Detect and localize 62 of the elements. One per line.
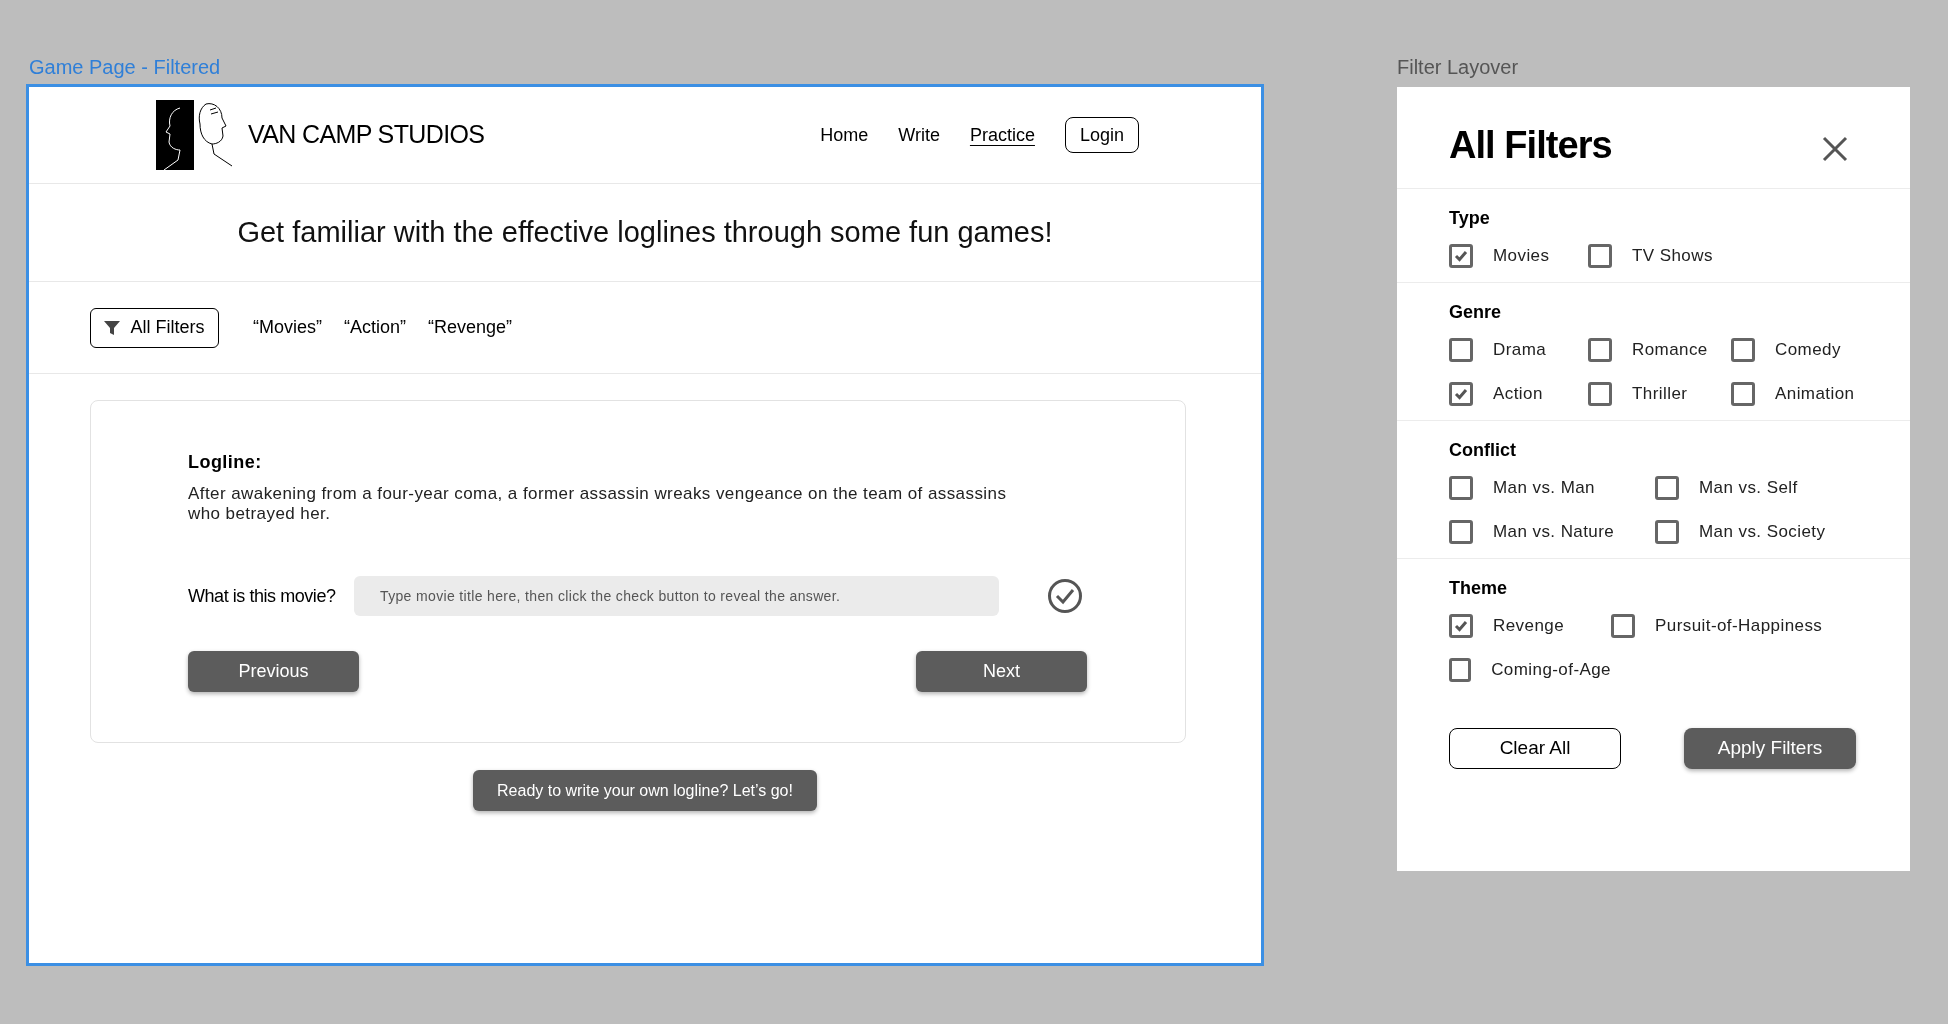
checkbox[interactable] — [1655, 520, 1679, 544]
checkbox-label: Man vs. Self — [1699, 477, 1798, 500]
checkbox[interactable] — [1449, 382, 1473, 406]
logline-text: After awakening from a four-year coma, a former assassin wreaks vengeance on the team of assassins who betrayed her. — [188, 484, 1008, 524]
checkbox[interactable] — [1449, 476, 1473, 500]
login-button[interactable]: Login — [1064, 117, 1139, 153]
check-circle-icon[interactable] — [1047, 578, 1083, 614]
checkbox-label: Thriller — [1632, 383, 1688, 406]
checkbox[interactable] — [1449, 658, 1472, 682]
question-label: What is this movie? — [188, 584, 337, 608]
answer-field[interactable]: Type movie title here, then click the check button to reveal the answer. — [354, 576, 999, 616]
checkbox[interactable] — [1449, 614, 1473, 638]
headline: Get familiar with the effective loglines through some fun games! — [29, 184, 1261, 282]
apply-filters-button[interactable]: Apply Filters — [1684, 728, 1856, 769]
checkbox-label: Animation — [1775, 383, 1855, 406]
nav-link[interactable]: Write — [898, 121, 940, 149]
filter-tag: “Action” — [344, 314, 407, 341]
section-heading: Theme — [1449, 577, 1509, 600]
filter-icon — [104, 319, 121, 336]
checkbox[interactable] — [1588, 382, 1612, 406]
checkbox[interactable] — [1449, 520, 1473, 544]
checkbox-label: Romance — [1632, 339, 1708, 362]
filter-tag: “Movies” — [253, 314, 322, 341]
checkbox[interactable] — [1588, 244, 1612, 268]
checkbox-label: Man vs. Man — [1493, 477, 1595, 500]
filter-tag: “Revenge” — [428, 314, 513, 341]
nav-link[interactable]: Home — [820, 121, 869, 149]
checkbox-label: Man vs. Nature — [1493, 521, 1615, 544]
frame-label: Game Page - Filtered — [29, 55, 222, 80]
checkbox-label: Pursuit-of-Happiness — [1655, 615, 1823, 638]
checkbox[interactable] — [1611, 614, 1635, 638]
checkbox-label: Movies — [1493, 245, 1550, 268]
cta-button[interactable]: Ready to write your own logline? Let’s go! — [473, 770, 817, 811]
all-filters-button[interactable]: All Filters — [90, 307, 219, 348]
check-icon — [1454, 388, 1468, 400]
checkbox[interactable] — [1449, 338, 1473, 362]
pager-button[interactable]: Previous — [188, 651, 359, 692]
section-heading: Conflict — [1449, 439, 1517, 462]
checkbox-label: TV Shows — [1632, 245, 1713, 268]
checkbox[interactable] — [1449, 244, 1473, 268]
pager-button[interactable]: Next — [916, 651, 1087, 692]
checkbox[interactable] — [1588, 338, 1612, 362]
nav-link[interactable]: Practice — [969, 121, 1035, 149]
close-icon[interactable] — [1822, 136, 1848, 162]
logline-label: Logline: — [188, 451, 263, 474]
checkbox-label: Man vs. Society — [1699, 521, 1826, 544]
section-heading: Type — [1449, 207, 1491, 230]
checkbox[interactable] — [1655, 476, 1679, 500]
clear-all-button[interactable]: Clear All — [1449, 728, 1621, 769]
checkbox-label: Drama — [1493, 339, 1547, 362]
brand-name: VAN CAMP STUDIOS — [248, 119, 485, 151]
checkbox[interactable] — [1731, 382, 1755, 406]
check-icon — [1454, 250, 1468, 262]
panel-title: All Filters — [1449, 123, 1612, 168]
checkbox-label: Coming-of-Age — [1491, 659, 1611, 682]
check-icon — [1454, 620, 1468, 632]
frame-label: Filter Layover — [1397, 55, 1520, 80]
section-heading: Genre — [1449, 301, 1503, 324]
checkbox-label: Revenge — [1493, 615, 1565, 638]
checkbox-label: Comedy — [1775, 339, 1841, 362]
checkbox[interactable] — [1731, 338, 1755, 362]
checkbox-label: Action — [1493, 383, 1543, 406]
